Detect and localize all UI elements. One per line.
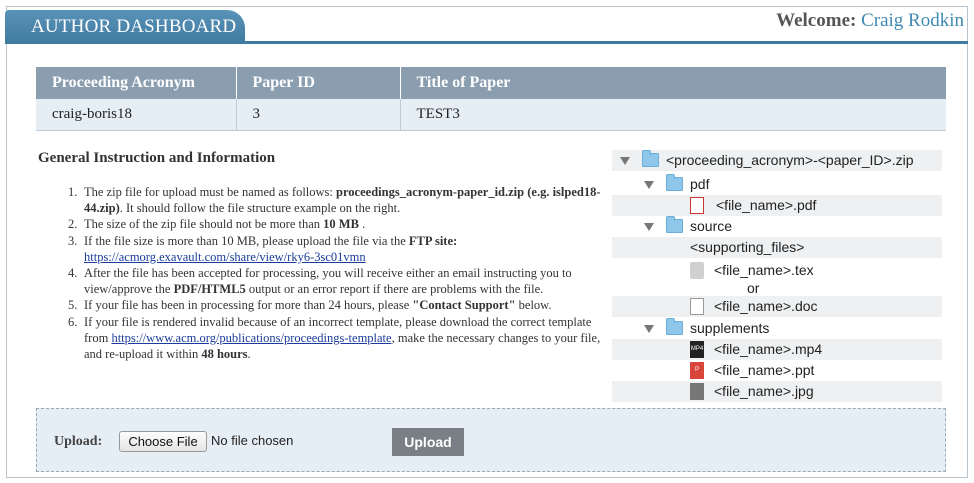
instruction-bold-text: "Contact Support" bbox=[412, 298, 516, 313]
tree-file-label: <file_name>.pdf bbox=[716, 197, 817, 213]
instruction-number: 1. bbox=[68, 185, 78, 199]
tree-row-root: <proceeding_acronym>-<paper_ID>.zip bbox=[612, 150, 942, 171]
dashboard-title: AUTHOR DASHBOARD bbox=[31, 16, 237, 37]
tree-row-doc-file: <file_name>.doc bbox=[612, 296, 942, 317]
tree-row-mp4-file: MP4 <file_name>.mp4 bbox=[612, 339, 942, 360]
instruction-text: below. bbox=[515, 298, 552, 313]
tree-row-source-folder: source bbox=[612, 216, 942, 237]
expand-triangle-icon[interactable] bbox=[644, 223, 654, 231]
upload-button[interactable]: Upload bbox=[392, 428, 464, 456]
tree-file-label: <file_name>.ppt bbox=[714, 362, 815, 378]
table-cell-title: TEST3 bbox=[400, 99, 946, 131]
instruction-item: 6. If your file is rendered invalid becau… bbox=[68, 314, 608, 363]
expand-triangle-icon[interactable] bbox=[644, 325, 654, 333]
instruction-bold-text: FTP site: bbox=[408, 233, 458, 248]
instruction-text: . It should follow the file structure ex… bbox=[119, 201, 401, 216]
file-structure-tree: <proceeding_acronym>-<paper_ID>.zip pdf … bbox=[612, 150, 942, 404]
instruction-bold-text: 10 MB bbox=[323, 217, 359, 232]
tex-file-icon bbox=[690, 262, 704, 279]
tree-row-pdf-file: <file_name>.pdf bbox=[612, 195, 942, 216]
ppt-file-icon: P bbox=[690, 362, 704, 379]
header-bar: AUTHOR DASHBOARD Welcome: Craig Rodkin bbox=[5, 10, 968, 44]
instruction-item: 4. After the file has been accepted for p… bbox=[68, 265, 608, 297]
instruction-text: The size of the zip file should not be m… bbox=[84, 217, 324, 232]
instruction-text: . bbox=[247, 347, 251, 362]
expand-triangle-icon[interactable] bbox=[644, 181, 654, 189]
instruction-item: 5. If your file has been in processing fo… bbox=[68, 297, 608, 313]
instruction-number: 3. bbox=[68, 233, 78, 248]
tree-row-ppt-file: P <file_name>.ppt bbox=[612, 360, 942, 381]
instructions-list: 1. The zip file for upload must be named … bbox=[68, 184, 608, 362]
column-header: Title of Paper bbox=[400, 67, 946, 99]
instructions-title: General Instruction and Information bbox=[38, 150, 276, 166]
paper-table: Proceeding Acronym Paper ID Title of Pap… bbox=[36, 67, 946, 131]
tree-file-label: <supporting_files> bbox=[690, 239, 805, 255]
choose-file-button[interactable]: Choose File bbox=[119, 431, 207, 452]
tree-file-label: <file_name>.jpg bbox=[714, 383, 814, 399]
tree-row-pdf-folder: pdf bbox=[612, 174, 942, 195]
tree-row-supporting: <supporting_files> bbox=[612, 237, 942, 258]
upload-area: Upload: Choose File No file chosen Uploa… bbox=[36, 408, 946, 472]
tree-folder-label: supplements bbox=[690, 320, 770, 336]
folder-icon bbox=[642, 150, 659, 167]
tree-folder-label: source bbox=[690, 218, 733, 234]
instruction-text: If your file has been in processing for … bbox=[84, 298, 413, 313]
file-status-text: No file chosen bbox=[211, 433, 294, 448]
table-cell-paper-id: 3 bbox=[236, 99, 401, 131]
tree-root-label: <proceeding_acronym>-<paper_ID>.zip bbox=[666, 152, 914, 168]
instruction-item: 3. If the file size is more than 10 MB, p… bbox=[68, 233, 608, 265]
instruction-bold-text: PDF/HTML5 bbox=[173, 282, 246, 297]
dashboard-title-tab: AUTHOR DASHBOARD bbox=[5, 10, 245, 44]
instruction-text: The zip file for upload must be named as… bbox=[84, 185, 337, 199]
mp4-file-icon: MP4 bbox=[690, 341, 704, 358]
column-header: Paper ID bbox=[236, 67, 401, 99]
instruction-number: 6. bbox=[68, 314, 78, 329]
expand-triangle-icon[interactable] bbox=[620, 157, 630, 165]
instruction-number: 5. bbox=[68, 298, 78, 313]
column-header: Proceeding Acronym bbox=[36, 67, 237, 99]
instruction-link[interactable]: https://www.acm.org/publications/proceed… bbox=[111, 331, 391, 345]
instruction-number: 4. bbox=[68, 266, 78, 281]
welcome-message: Welcome: Craig Rodkin bbox=[776, 10, 964, 32]
welcome-label: Welcome: bbox=[776, 10, 857, 31]
instruction-item: 1. The zip file for upload must be named … bbox=[68, 184, 608, 216]
tree-file-label: <file_name>.doc bbox=[714, 298, 818, 314]
instruction-text: . bbox=[358, 217, 366, 232]
folder-icon bbox=[666, 216, 683, 233]
tree-file-label: <file_name>.mp4 bbox=[714, 341, 823, 357]
instruction-text: If the file size is more than 10 MB, ple… bbox=[84, 233, 409, 248]
user-name: Craig Rodkin bbox=[861, 10, 964, 31]
tree-folder-label: pdf bbox=[690, 176, 710, 192]
upload-label: Upload: bbox=[54, 434, 103, 449]
instruction-number: 2. bbox=[68, 217, 78, 232]
folder-icon bbox=[666, 174, 683, 191]
instruction-item: 2. The size of the zip file should not be… bbox=[68, 216, 608, 232]
doc-file-icon bbox=[690, 298, 704, 315]
folder-icon bbox=[666, 318, 683, 335]
table-cell-acronym: craig-boris18 bbox=[36, 99, 237, 131]
tree-row-jpg-file: <file_name>.jpg bbox=[612, 381, 942, 402]
table-row: craig-boris18 3 TEST3 bbox=[36, 99, 946, 131]
tree-row-supplements-folder: supplements bbox=[612, 318, 942, 339]
instruction-link[interactable]: https://acmorg.exavault.com/share/view/r… bbox=[84, 250, 366, 264]
table-header-row: Proceeding Acronym Paper ID Title of Pap… bbox=[36, 67, 946, 99]
instruction-bold-text: 48 hours bbox=[201, 347, 248, 362]
pdf-file-icon bbox=[690, 197, 704, 214]
instruction-text: output or an error report if there are p… bbox=[245, 282, 544, 297]
jpg-file-icon bbox=[690, 383, 704, 400]
